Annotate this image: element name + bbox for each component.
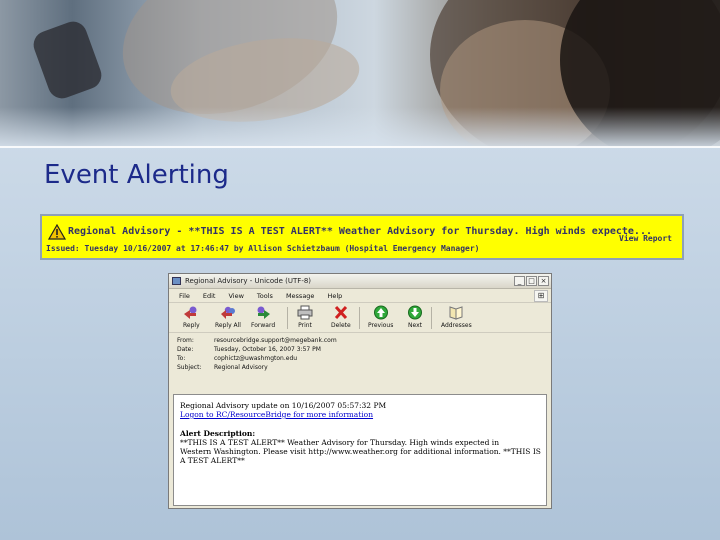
alert-description-line: **THIS IS A TEST ALERT** Weather Advisor… (180, 438, 500, 447)
next-icon (408, 305, 422, 320)
banner-fade (0, 107, 720, 147)
menu-help[interactable]: Help (327, 292, 342, 300)
view-report-link[interactable]: View Report (619, 234, 672, 243)
windows-logo-icon: ⊞ (534, 290, 548, 302)
window-title-bar[interactable]: Regional Advisory - Unicode (UTF-8) _ □ … (169, 274, 551, 289)
toolbar: Reply Reply All Forward Print Delete Pre… (169, 303, 551, 333)
header-photo-banner (0, 0, 720, 147)
body-update-line: Regional Advisory update on 10/16/2007 0… (180, 401, 387, 410)
to-value: cophictz@uwashmgton.edu (214, 355, 298, 362)
from-value: resourcebridge.support@megebank.com (214, 337, 337, 344)
reply-all-icon (220, 306, 235, 319)
menu-message[interactable]: Message (286, 292, 315, 300)
alert-description-label: Alert Description: (180, 429, 256, 438)
menu-tools[interactable]: Tools (257, 292, 273, 300)
forward-icon (257, 306, 271, 319)
close-button[interactable]: × (538, 276, 549, 286)
menu-bar: File Edit View Tools Message Help ⊞ (169, 289, 551, 303)
menu-view[interactable]: View (228, 292, 243, 300)
alert-description-line: Western Washington. Please visit http://… (180, 447, 541, 456)
header-subject-row: Subject: Regional Advisory (177, 364, 268, 371)
email-window: Regional Advisory - Unicode (UTF-8) _ □ … (168, 273, 552, 509)
addresses-icon (449, 306, 463, 320)
minimize-button[interactable]: _ (514, 276, 525, 286)
subject-value: Regional Advisory (214, 364, 268, 371)
date-value: Tuesday, October 16, 2007 3:57 PM (214, 346, 321, 353)
print-button[interactable]: Print (297, 305, 313, 329)
previous-icon (373, 305, 388, 320)
forward-button[interactable]: Forward (251, 305, 275, 329)
slide-title: Event Alerting (44, 160, 229, 190)
message-headers: From: resourcebridge.support@megebank.co… (169, 333, 551, 377)
maximize-button[interactable]: □ (526, 276, 537, 286)
mail-app-icon (172, 277, 181, 285)
header-from-row: From: resourcebridge.support@megebank.co… (177, 337, 337, 344)
menu-edit[interactable]: Edit (203, 292, 216, 300)
window-title: Regional Advisory - Unicode (UTF-8) (185, 277, 312, 285)
reply-all-button[interactable]: Reply All (215, 305, 241, 329)
toolbar-separator (287, 307, 288, 329)
warning-icon (48, 224, 66, 240)
toolbar-separator (431, 307, 432, 329)
logon-link[interactable]: Logon to RC/ResourceBridge for more info… (180, 410, 540, 419)
next-button[interactable]: Next (407, 305, 423, 329)
window-controls: _ □ × (514, 276, 549, 286)
header-to-row: To: cophictz@uwashmgton.edu (177, 355, 298, 362)
previous-button[interactable]: Previous (368, 305, 393, 329)
delete-icon (334, 305, 347, 320)
delete-button[interactable]: Delete (331, 305, 351, 329)
menu-file[interactable]: File (179, 292, 190, 300)
wristwatch-shape (29, 17, 106, 103)
reply-icon (184, 306, 197, 319)
alert-headline[interactable]: Regional Advisory - **THIS IS A TEST ALE… (68, 226, 652, 237)
alert-banner: Regional Advisory - **THIS IS A TEST ALE… (40, 214, 684, 260)
print-icon (297, 305, 313, 320)
reply-button[interactable]: Reply (183, 305, 200, 329)
message-body[interactable]: Regional Advisory update on 10/16/2007 0… (173, 394, 547, 506)
banner-divider (0, 146, 720, 148)
toolbar-separator (359, 307, 360, 329)
alert-description-line: A TEST ALERT** (180, 456, 245, 465)
alert-issued-line: Issued: Tuesday 10/16/2007 at 17:46:47 b… (46, 244, 480, 253)
header-date-row: Date: Tuesday, October 16, 2007 3:57 PM (177, 346, 321, 353)
addresses-button[interactable]: Addresses (441, 305, 472, 329)
